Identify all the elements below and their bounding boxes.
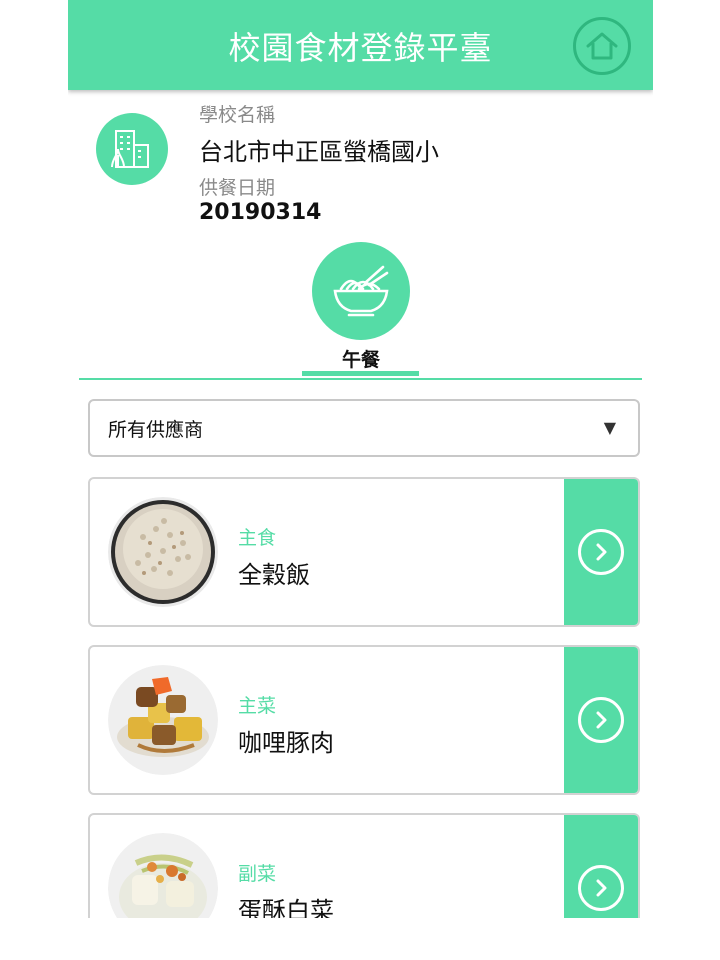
rice-bowl-photo (108, 497, 218, 607)
dish-card[interactable]: 主菜 咖哩豚肉 (88, 645, 640, 795)
dish-detail-button[interactable] (564, 647, 638, 793)
app-screen: 校園食材登錄平臺 學校名稱 台北市中正區螢橋國小 供餐日期 20190314 午… (68, 0, 653, 918)
noodle-bowl-icon (333, 265, 389, 317)
chevron-right-icon (578, 697, 624, 743)
meal-date-label: 供餐日期 (199, 177, 276, 199)
school-name: 台北市中正區螢橋國小 (199, 138, 439, 166)
dish-category: 主菜 (238, 695, 277, 717)
tab-selected-indicator (302, 371, 419, 376)
dish-name: 蛋酥白菜 (238, 897, 334, 918)
tab-lunch[interactable] (312, 242, 410, 340)
tab-divider (79, 378, 642, 380)
cabbage-egg-photo (108, 833, 218, 918)
chevron-right-icon (578, 865, 624, 911)
home-button[interactable] (573, 17, 631, 75)
supplier-select-value: 所有供應商 (108, 419, 204, 441)
dish-card[interactable]: 副菜 蛋酥白菜 (88, 813, 640, 918)
dish-category: 副菜 (238, 863, 277, 885)
app-header: 校園食材登錄平臺 (68, 0, 653, 90)
supplier-select[interactable]: 所有供應商 ▼ (88, 399, 640, 457)
page-title: 校園食材登錄平臺 (228, 29, 493, 67)
building-icon (96, 113, 168, 185)
curry-pork-photo (108, 665, 218, 775)
dish-category: 主食 (238, 527, 277, 549)
meal-date: 20190314 (199, 200, 322, 225)
dish-detail-button[interactable] (564, 815, 638, 918)
dish-card[interactable]: 主食 全穀飯 (88, 477, 640, 627)
chevron-down-icon: ▼ (603, 418, 616, 437)
chevron-right-icon (578, 529, 624, 575)
home-icon (586, 32, 618, 60)
dish-detail-button[interactable] (564, 479, 638, 625)
dish-name: 咖哩豚肉 (238, 729, 334, 757)
tab-lunch-label: 午餐 (341, 349, 380, 371)
school-name-label: 學校名稱 (199, 104, 276, 126)
dish-name: 全穀飯 (238, 561, 310, 589)
